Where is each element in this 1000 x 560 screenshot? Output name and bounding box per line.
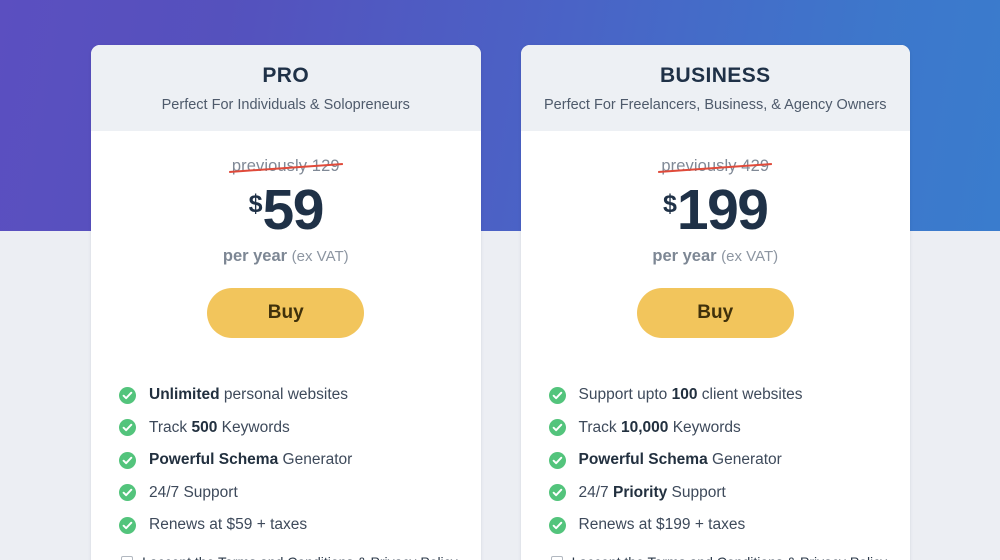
- current-price: $ 59: [91, 178, 481, 243]
- feature-text: 24/7 Priority Support: [578, 483, 726, 501]
- billing-period-label: per year: [652, 247, 717, 266]
- currency-symbol: $: [662, 190, 677, 219]
- price-block: previously 129 $ 59 per year (ex VAT): [91, 131, 481, 266]
- buy-button-wrapper: Buy: [91, 288, 481, 339]
- accept-terms-text: I accept the Terms and Conditions & Priv…: [572, 554, 888, 560]
- card-header-pro: PRO Perfect For Individuals & Solopreneu…: [91, 45, 481, 132]
- buy-button[interactable]: Buy: [636, 288, 794, 339]
- check-circle-icon: [548, 419, 566, 437]
- accept-terms-text: I accept the Terms and Conditions & Priv…: [142, 554, 458, 560]
- feature-item: Renews at $59 + taxes: [119, 509, 481, 542]
- accept-terms-checkbox[interactable]: [121, 555, 133, 560]
- vat-note: (ex VAT): [721, 248, 779, 266]
- price-amount: 199: [676, 178, 769, 243]
- plan-name: PRO: [262, 64, 310, 87]
- plan-name: BUSINESS: [659, 64, 771, 87]
- feature-item: Powerful Schema Generator: [548, 444, 911, 477]
- feature-item: Powerful Schema Generator: [119, 444, 481, 477]
- card-body-business: previously 429 $ 199 per year (ex VAT) B…: [520, 131, 911, 560]
- accept-terms-row: I accept the Terms and Conditions & Priv…: [91, 554, 481, 560]
- feature-text: Track 10,000 Keywords: [578, 418, 741, 436]
- feature-list-business: Support upto 100 client websites Track 1…: [521, 379, 911, 542]
- check-circle-icon: [548, 516, 566, 534]
- feature-text: 24/7 Support: [149, 483, 238, 501]
- plan-tagline: Perfect For Individuals & Solopreneurs: [161, 97, 410, 114]
- previous-price: previously 429: [658, 157, 773, 176]
- feature-text: Support upto 100 client websites: [578, 386, 803, 404]
- plan-tagline: Perfect For Freelancers, Business, & Age…: [544, 97, 887, 114]
- buy-button[interactable]: Buy: [207, 288, 365, 339]
- billing-period: per year (ex VAT): [91, 247, 481, 266]
- pricing-card-pro: PRO Perfect For Individuals & Solopreneu…: [91, 45, 481, 560]
- billing-period-label: per year: [222, 247, 288, 266]
- check-circle-icon: [119, 386, 136, 404]
- feature-item: 24/7 Support: [119, 477, 481, 510]
- feature-text: Track 500 Keywords: [149, 418, 290, 436]
- pricing-card-business: BUSINESS Perfect For Freelancers, Busine…: [520, 45, 911, 560]
- feature-item: Unlimited personal websites: [119, 379, 481, 412]
- terms-and-privacy-link[interactable]: Terms and Conditions & Privacy Policy: [218, 554, 458, 560]
- feature-item: Track 10,000 Keywords: [548, 412, 911, 445]
- feature-item: 24/7 Priority Support: [548, 477, 911, 510]
- feature-item: Renews at $199 + taxes: [548, 509, 911, 542]
- pricing-cards-container: PRO Perfect For Individuals & Solopreneu…: [91, 45, 910, 560]
- check-circle-icon: [119, 451, 136, 469]
- check-circle-icon: [119, 419, 136, 437]
- feature-text: Powerful Schema Generator: [578, 451, 782, 469]
- previous-price: previously 129: [228, 157, 343, 176]
- price-block: previously 429 $ 199 per year (ex VAT): [521, 131, 911, 266]
- currency-symbol: $: [248, 190, 263, 219]
- feature-text: Renews at $199 + taxes: [578, 516, 746, 534]
- vat-note: (ex VAT): [291, 248, 349, 266]
- buy-button-wrapper: Buy: [521, 288, 911, 339]
- price-amount: 59: [262, 178, 325, 243]
- feature-text: Powerful Schema Generator: [149, 451, 353, 469]
- terms-and-privacy-link[interactable]: Terms and Conditions & Privacy Policy: [648, 554, 888, 560]
- feature-text: Unlimited personal websites: [149, 386, 348, 404]
- current-price: $ 199: [521, 178, 911, 243]
- check-circle-icon: [548, 386, 566, 404]
- check-circle-icon: [548, 451, 566, 469]
- card-body-pro: previously 129 $ 59 per year (ex VAT) Bu…: [91, 131, 481, 560]
- pricing-page: PRO Perfect For Individuals & Solopreneu…: [0, 0, 1000, 560]
- card-header-business: BUSINESS Perfect For Freelancers, Busine…: [520, 45, 910, 132]
- check-circle-icon: [119, 484, 136, 502]
- feature-item: Support upto 100 client websites: [548, 379, 911, 412]
- check-circle-icon: [548, 484, 566, 502]
- feature-text: Renews at $59 + taxes: [149, 516, 308, 534]
- check-circle-icon: [119, 516, 136, 534]
- feature-item: Track 500 Keywords: [119, 412, 481, 445]
- accept-terms-checkbox[interactable]: [550, 555, 563, 560]
- feature-list-pro: Unlimited personal websites Track 500 Ke…: [91, 379, 481, 542]
- billing-period: per year (ex VAT): [521, 247, 911, 266]
- accept-terms-row: I accept the Terms and Conditions & Priv…: [521, 554, 911, 560]
